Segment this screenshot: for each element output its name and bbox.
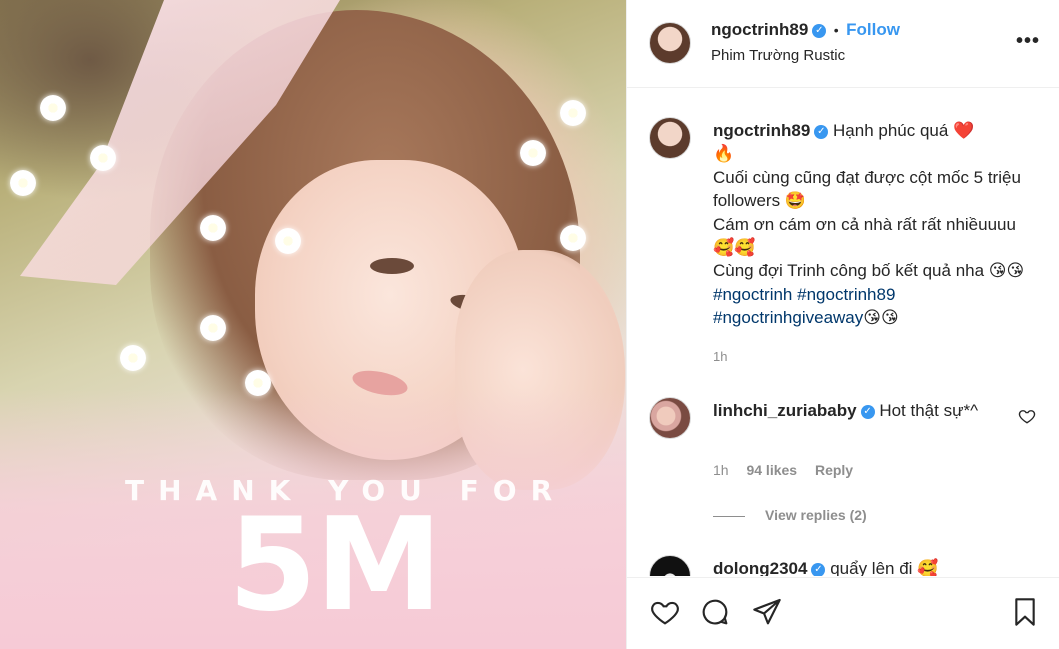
comment-like-heart-icon[interactable] (1018, 407, 1036, 425)
caption-line: Cùng đợi Trinh công bố kết quả nha 😘😘 (713, 261, 1025, 281)
photo-flower (40, 95, 66, 121)
post-action-bar (627, 577, 1059, 649)
comment-timestamp: 1h (713, 462, 729, 478)
comments-list[interactable]: ngoctrinh89 ✓ Hạnh phúc quá ❤️ 🔥 Cuối cùn… (627, 89, 1059, 576)
comment-body: quẩy lên đi 🥰 (830, 559, 939, 576)
separator-dot: • (833, 22, 839, 38)
verified-badge-icon: ✓ (811, 562, 826, 576)
verified-badge-icon: ✓ (860, 404, 875, 419)
comment-likes-count[interactable]: 94 likes (746, 462, 797, 478)
caption-username[interactable]: ngoctrinh89 (713, 121, 810, 140)
comment-meta: 1h 94 likes Reply (713, 462, 867, 478)
caption-text: ngoctrinh89 ✓ Hạnh phúc quá ❤️ 🔥 Cuối cùn… (713, 119, 1033, 330)
post-image[interactable]: THANK YOU FOR 5M (0, 0, 626, 649)
follow-button[interactable]: Follow (846, 20, 900, 39)
verified-badge-icon: ✓ (814, 124, 829, 139)
photo-flower (275, 228, 301, 254)
comment-body: Hot thật sự*^ (879, 401, 979, 420)
photo-flower (200, 215, 226, 241)
author-avatar[interactable] (649, 22, 691, 64)
commenter-avatar[interactable] (649, 397, 691, 439)
verified-badge-icon: ✓ (812, 23, 827, 38)
bookmark-icon[interactable] (1009, 596, 1041, 628)
share-icon[interactable] (751, 596, 783, 628)
photo-flower (520, 140, 546, 166)
photo-flower (200, 315, 226, 341)
caption-line: 🔥 (713, 144, 735, 164)
caption-avatar[interactable] (649, 117, 691, 159)
view-replies-label[interactable]: View replies (2) (765, 507, 867, 523)
photo-flower (560, 225, 586, 251)
overlay-5m-text: 5M (228, 491, 442, 640)
comment-icon[interactable] (699, 596, 731, 628)
author-username[interactable]: ngoctrinh89 (711, 20, 808, 39)
replies-divider-line (713, 515, 745, 517)
author-name-row: ngoctrinh89 ✓ • Follow (711, 20, 900, 40)
heart-icon[interactable] (649, 596, 681, 628)
commenter-avatar[interactable] (649, 555, 691, 576)
photo-flower (10, 170, 36, 196)
view-replies-button[interactable]: View replies (2) (713, 507, 867, 523)
commenter-username[interactable]: linhchi_zuriababy (713, 401, 857, 420)
caption-line: 😘😘 (863, 308, 899, 328)
post-header: ngoctrinh89 ✓ • Follow Phim Trường Rustic… (627, 0, 1059, 88)
more-options-icon[interactable]: ••• (1016, 30, 1040, 53)
hashtag-link[interactable]: #ngoctrinhgiveaway (713, 308, 863, 327)
post-location[interactable]: Phim Trường Rustic (711, 47, 845, 64)
comment-text: linhchi_zuriababy ✓ Hot thật sự*^ (713, 399, 1003, 422)
comment-text: dolong2304 ✓ quẩy lên đi 🥰 (713, 557, 1013, 576)
caption-timestamp: 1h (713, 349, 728, 364)
commenter-username[interactable]: dolong2304 (713, 559, 807, 576)
photo-flower (120, 345, 146, 371)
post-side-panel: ngoctrinh89 ✓ • Follow Phim Trường Rustic… (626, 0, 1059, 649)
caption-line: Hạnh phúc quá ❤️ (833, 121, 975, 140)
photo-eye (370, 258, 414, 274)
hashtag-link[interactable]: #ngoctrinh (713, 285, 792, 304)
reply-button[interactable]: Reply (815, 462, 853, 478)
caption-line: Cám ơn cám ơn cả nhà rất rất nhiềuuuu 🥰🥰 (713, 214, 1016, 258)
photo-flower (560, 100, 586, 126)
hashtag-link[interactable]: #ngoctrinh89 (797, 285, 895, 304)
photo-flower (90, 145, 116, 171)
caption-line: Cuối cùng cũng đạt được cột mốc 5 triệu … (713, 167, 1021, 211)
